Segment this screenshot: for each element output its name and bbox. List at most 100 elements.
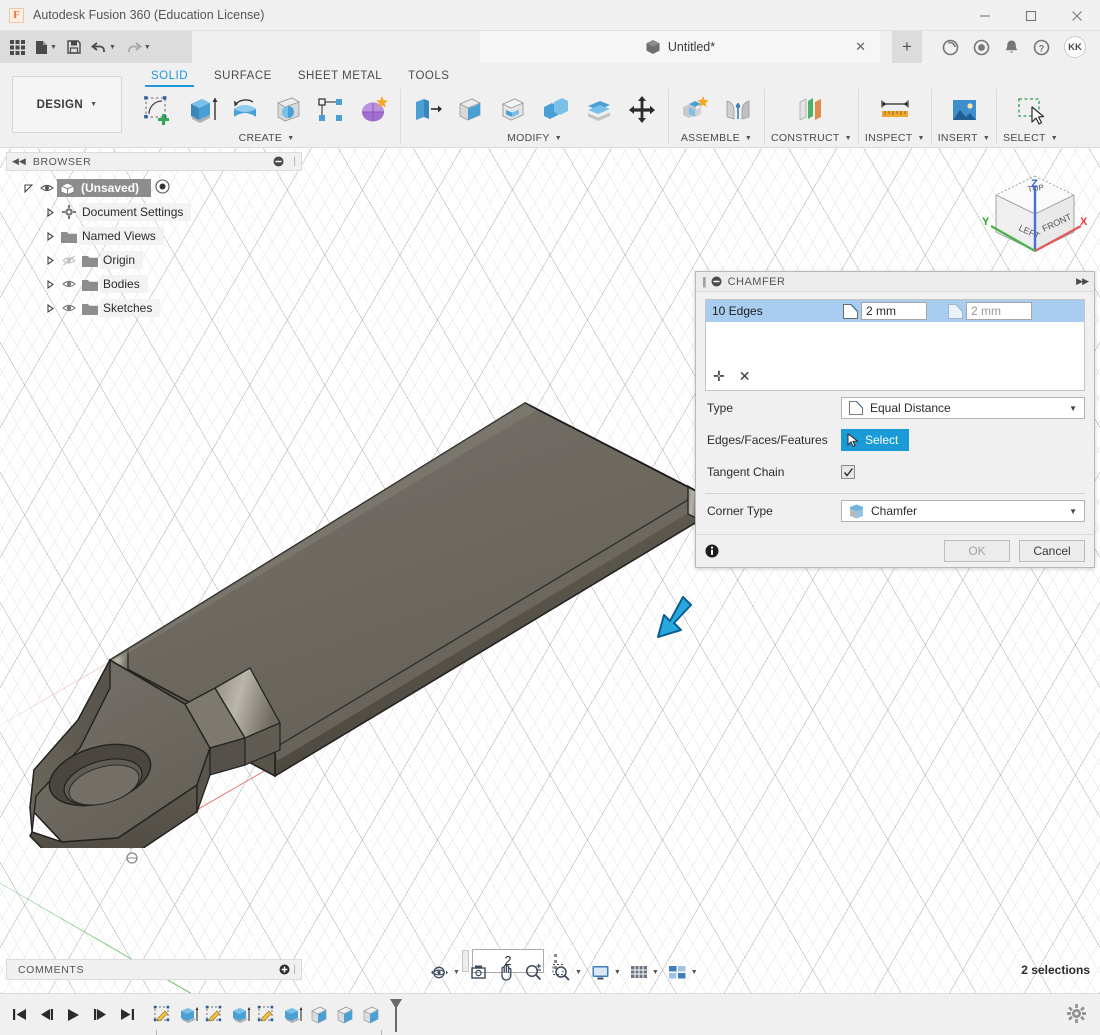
tab-close-icon[interactable]: ✕	[855, 39, 866, 55]
tree-root-node[interactable]: (Unsaved)	[6, 176, 302, 200]
chamfer-select-button[interactable]: Select	[841, 429, 910, 451]
tangent-chain-checkbox[interactable]	[841, 465, 855, 479]
new-tab-button[interactable]: +	[892, 31, 922, 63]
chevron-down-icon[interactable]: ▼	[1069, 507, 1077, 516]
jump-start-button[interactable]	[10, 1004, 28, 1026]
view-cube[interactable]: LEFT FRONT TOP Z X Y	[976, 162, 1094, 274]
shell-icon[interactable]	[493, 90, 533, 130]
expand-arrow-icon[interactable]	[42, 207, 58, 217]
fillet-icon[interactable]	[450, 90, 490, 130]
avatar[interactable]: KK	[1064, 36, 1086, 58]
timeline-sketch-feature[interactable]	[256, 1004, 278, 1026]
timeline-extrude-feature[interactable]	[282, 1004, 304, 1026]
timeline-fillet-feature[interactable]	[308, 1004, 330, 1026]
look-at-icon[interactable]	[469, 964, 488, 981]
component-activate-radio[interactable]	[155, 179, 170, 197]
timeline-fillet-feature[interactable]	[360, 1004, 382, 1026]
combine-icon[interactable]	[536, 90, 576, 130]
chevron-down-icon[interactable]: ▼	[652, 969, 659, 976]
document-tab[interactable]: Untitled* ✕	[480, 31, 880, 63]
tab-sheet-metal[interactable]: SHEET METAL	[285, 67, 395, 87]
offset-plane-icon[interactable]	[791, 90, 831, 130]
tree-item-bodies[interactable]: Bodies	[6, 272, 302, 296]
save-icon[interactable]	[63, 34, 85, 60]
timeline-marker[interactable]	[388, 998, 404, 1032]
visibility-eye-icon[interactable]	[58, 303, 79, 313]
chevron-down-icon[interactable]: ▼	[287, 135, 294, 142]
select-window-icon[interactable]	[1011, 90, 1051, 130]
chevron-down-icon[interactable]: ▼	[691, 969, 698, 976]
ok-button[interactable]: OK	[944, 540, 1010, 562]
chamfer-dialog-header[interactable]: ||| CHAMFER ▶▶	[696, 272, 1094, 292]
new-component-icon[interactable]	[675, 90, 715, 130]
grid-apps-icon[interactable]	[6, 34, 29, 60]
timeline-settings-gear-icon[interactable]	[1067, 1003, 1086, 1026]
chevron-down-icon[interactable]: ▼	[453, 969, 460, 976]
recent-activity-icon[interactable]	[973, 39, 990, 56]
step-forward-button[interactable]	[91, 1004, 109, 1026]
comments-resize-grip[interactable]: |	[293, 964, 296, 975]
move-copy-icon[interactable]	[622, 90, 662, 130]
press-pull-icon[interactable]	[407, 90, 447, 130]
chevron-down-icon[interactable]: ▼	[1051, 135, 1058, 142]
tree-item-sketches[interactable]: Sketches	[6, 296, 302, 320]
tree-item-named-views[interactable]: Named Views	[6, 224, 302, 248]
tree-item-unsaved[interactable]: (Unsaved)	[57, 179, 152, 197]
chamfer-dialog[interactable]: ||| CHAMFER ▶▶ 10 Edges 2 mm 2 mm ✛ ✕ Ty…	[695, 271, 1095, 568]
chevron-down-icon[interactable]: ▼	[745, 135, 752, 142]
timeline-extrude-feature[interactable]	[178, 1004, 200, 1026]
expand-arrow-icon[interactable]	[42, 255, 58, 265]
dialog-collapse-icon[interactable]	[711, 276, 722, 287]
add-comment-icon[interactable]	[279, 964, 290, 975]
dialog-expand-icon[interactable]: ▶▶	[1076, 276, 1089, 287]
display-settings-icon[interactable]: ▼	[591, 964, 621, 981]
info-icon[interactable]	[705, 544, 719, 558]
chamfer-distance-1-input[interactable]: 2 mm	[861, 302, 927, 320]
expand-arrow-icon[interactable]	[42, 303, 58, 313]
chamfer-edge-list[interactable]: 10 Edges 2 mm 2 mm ✛ ✕	[705, 299, 1085, 391]
timeline-extrude-feature[interactable]	[230, 1004, 252, 1026]
pattern-icon[interactable]	[311, 90, 351, 130]
timeline-sketch-feature[interactable]	[204, 1004, 226, 1026]
chevron-down-icon[interactable]: ▼	[983, 135, 990, 142]
undo-icon[interactable]: ▼	[87, 34, 120, 60]
orbit-icon[interactable]: ▼	[430, 964, 460, 981]
redo-icon[interactable]: ▼	[122, 34, 155, 60]
viewports-icon[interactable]: ▼	[668, 964, 698, 981]
workspace-switcher[interactable]: DESIGN ▼	[12, 76, 122, 133]
revolve-icon[interactable]	[225, 90, 265, 130]
chamfer-arrow-manipulator[interactable]	[650, 593, 696, 645]
tree-item-document-settings[interactable]: Document Settings	[6, 200, 302, 224]
joint-icon[interactable]	[718, 90, 758, 130]
tab-solid[interactable]: SOLID	[138, 67, 201, 87]
form-icon[interactable]	[354, 90, 394, 130]
timeline-fillet-feature[interactable]	[334, 1004, 356, 1026]
create-sketch-icon[interactable]	[139, 90, 179, 130]
chamfer-type-dropdown[interactable]: Equal Distance ▼	[841, 397, 1085, 419]
step-back-button[interactable]	[37, 1004, 55, 1026]
dialog-drag-grip[interactable]: |||	[702, 276, 706, 288]
browser-resize-grip[interactable]: |	[293, 156, 296, 167]
visibility-eye-icon[interactable]	[36, 183, 57, 193]
zoom-window-icon[interactable]: ▼	[552, 963, 582, 981]
expand-arrow-icon[interactable]	[20, 183, 36, 193]
visibility-eye-icon[interactable]	[58, 279, 79, 289]
add-selection-button[interactable]: ✛	[713, 368, 725, 385]
measure-icon[interactable]	[875, 90, 915, 130]
visibility-eye-off-icon[interactable]	[58, 254, 79, 266]
chevron-down-icon[interactable]: ▼	[845, 135, 852, 142]
zoom-icon[interactable]	[524, 963, 543, 981]
job-status-icon[interactable]	[942, 39, 959, 56]
jump-end-button[interactable]	[118, 1004, 136, 1026]
tab-surface[interactable]: SURFACE	[201, 67, 285, 87]
chevron-down-icon[interactable]: ▼	[614, 969, 621, 976]
tree-item-origin[interactable]: Origin	[6, 248, 302, 272]
offset-face-icon[interactable]	[579, 90, 619, 130]
expand-arrow-icon[interactable]	[42, 231, 58, 241]
pan-icon[interactable]	[497, 963, 515, 981]
chamfer-corner-type-dropdown[interactable]: Chamfer ▼	[841, 500, 1085, 522]
chamfer-edge-row[interactable]: 10 Edges 2 mm 2 mm	[706, 300, 1084, 322]
remove-selection-button[interactable]: ✕	[739, 368, 751, 385]
sweep-icon[interactable]	[268, 90, 308, 130]
comments-panel[interactable]: COMMENTS |	[6, 959, 302, 980]
